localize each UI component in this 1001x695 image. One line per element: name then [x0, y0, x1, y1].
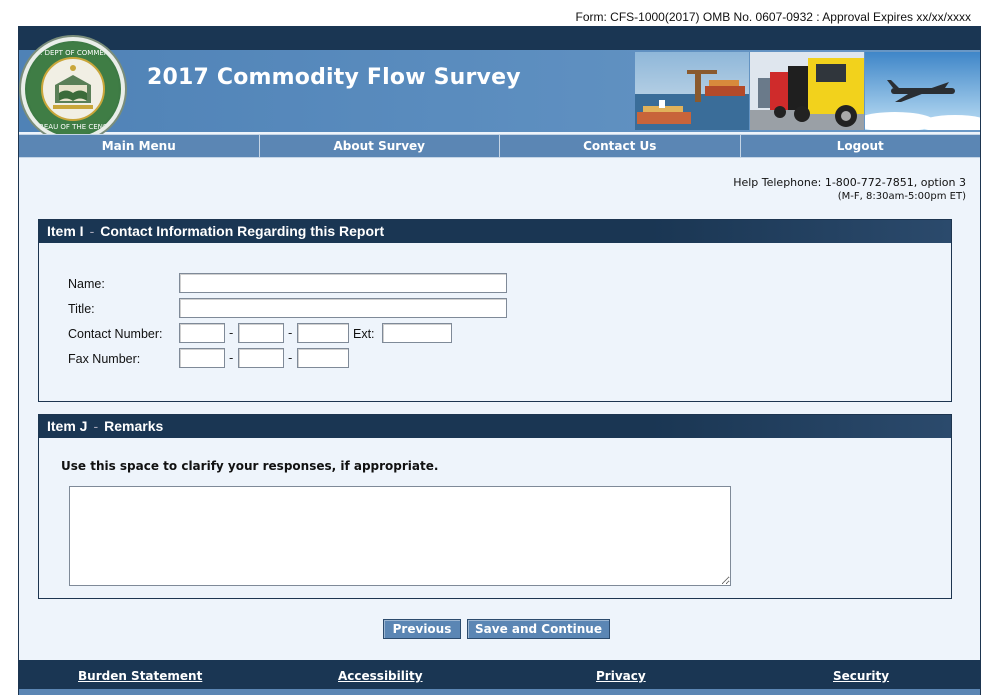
- contact-info-section: Item I - Contact Information Regarding thi…: [38, 219, 952, 402]
- footer-link-accessibility[interactable]: Accessibility: [338, 669, 423, 683]
- footer-link-burden-statement[interactable]: Burden Statement: [78, 669, 202, 683]
- trucks-photo: [750, 52, 864, 130]
- footer-link-privacy[interactable]: Privacy: [596, 669, 646, 683]
- contact-dash-1: -: [229, 326, 234, 340]
- census-seal-logo: U.S. DEPT OF COMMERCE BUREAU OF THE CENS…: [21, 37, 125, 141]
- item-i-title: Contact Information Regarding this Repor…: [100, 223, 385, 239]
- item-j-title: Remarks: [104, 418, 164, 434]
- save-and-continue-button[interactable]: Save and Continue: [467, 619, 610, 639]
- help-info: Help Telephone: 1-800-772-7851, option 3…: [733, 176, 966, 202]
- item-i-label: Item I: [47, 223, 84, 239]
- previous-button[interactable]: Previous: [383, 619, 461, 639]
- title-label: Title:: [68, 302, 95, 316]
- contact-prefix-input[interactable]: [238, 323, 284, 343]
- top-bar: [19, 26, 980, 50]
- survey-title: 2017 Commodity Flow Survey: [147, 65, 521, 90]
- remarks-textarea[interactable]: [69, 486, 731, 586]
- fax-area-code-input[interactable]: [179, 348, 225, 368]
- fax-number-label: Fax Number:: [68, 352, 141, 366]
- contact-number-label: Contact Number:: [68, 327, 163, 341]
- contact-dash-2: -: [288, 326, 293, 340]
- survey-page: U.S. DEPT OF COMMERCE BUREAU OF THE CENS…: [18, 26, 981, 695]
- ext-label: Ext:: [353, 327, 375, 341]
- item-j-separator: -: [93, 418, 99, 434]
- svg-text:U.S. DEPT OF COMMERCE: U.S. DEPT OF COMMERCE: [28, 49, 117, 57]
- contact-line-input[interactable]: [297, 323, 349, 343]
- fax-prefix-input[interactable]: [238, 348, 284, 368]
- name-input[interactable]: [179, 273, 507, 293]
- nav-logout[interactable]: Logout: [741, 135, 981, 157]
- help-hours: (M-F, 8:30am-5:00pm ET): [837, 191, 966, 202]
- remarks-section: Item J - Remarks Use this space to clarify…: [38, 414, 952, 599]
- item-j-label: Item J: [47, 418, 88, 434]
- nav-about-survey[interactable]: About Survey: [260, 135, 500, 157]
- nav-contact-us[interactable]: Contact Us: [500, 135, 741, 157]
- fax-dash-1: -: [229, 351, 234, 365]
- transport-photo-strip: [635, 52, 980, 130]
- contact-ext-input[interactable]: [382, 323, 452, 343]
- footer-bar: Burden Statement Accessibility Privacy S…: [19, 660, 980, 695]
- fax-line-input[interactable]: [297, 348, 349, 368]
- section-header-item-i: Item I - Contact Information Regarding thi…: [39, 220, 951, 243]
- main-nav: Main Menu About Survey Contact Us Logout: [19, 134, 980, 158]
- name-label: Name:: [68, 277, 105, 291]
- port-photo: [635, 52, 749, 130]
- contact-area-code-input[interactable]: [179, 323, 225, 343]
- header-banner: U.S. DEPT OF COMMERCE BUREAU OF THE CENS…: [19, 37, 980, 141]
- item-i-separator: -: [89, 223, 95, 239]
- svg-text:BUREAU OF THE CENSUS: BUREAU OF THE CENSUS: [29, 123, 117, 131]
- form-omb-line: Form: CFS-1000(2017) OMB No. 0607-0932 :…: [575, 10, 972, 24]
- help-telephone: Help Telephone: 1-800-772-7851, option 3: [733, 176, 966, 189]
- fax-dash-2: -: [288, 351, 293, 365]
- remarks-instructions: Use this space to clarify your responses…: [61, 459, 439, 473]
- nav-main-menu[interactable]: Main Menu: [19, 135, 260, 157]
- airplane-photo: [865, 52, 980, 130]
- section-header-item-j: Item J - Remarks: [39, 415, 951, 438]
- footer-link-security[interactable]: Security: [833, 669, 889, 683]
- title-input[interactable]: [179, 298, 507, 318]
